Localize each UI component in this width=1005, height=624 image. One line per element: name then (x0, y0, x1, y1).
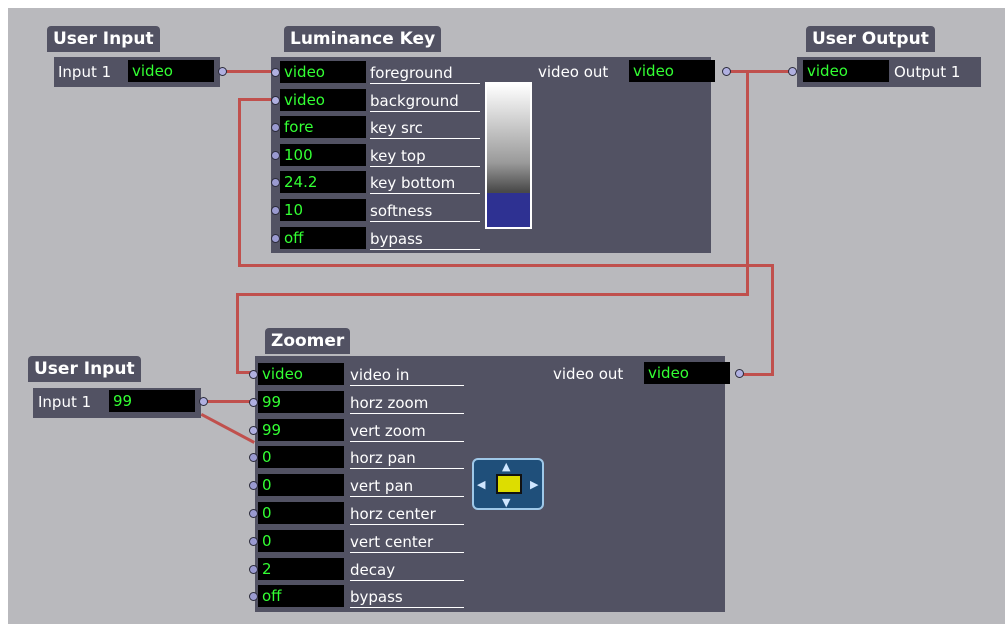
zoomer-param-label: horz center (350, 504, 464, 525)
user-input-1-title[interactable]: User Input (47, 26, 160, 52)
wire-lumakey-out-to-zoomer-in-h1[interactable] (236, 293, 749, 296)
lumakey-param-label: softness (370, 201, 480, 222)
wire-zoomer-out-to-background-h1[interactable] (739, 373, 774, 376)
zoomer-input-port[interactable] (249, 425, 258, 435)
wire-zoomer-out-to-background-v2[interactable] (238, 98, 241, 267)
lumakey-title[interactable]: Luminance Key (284, 26, 442, 52)
lumakey-param-label: key src (370, 118, 480, 140)
user-input-1-label: Input 1 (58, 63, 112, 81)
lumakey-param-value[interactable]: video (280, 88, 366, 111)
arrow-up-icon: ▲ (502, 460, 511, 473)
lumakey-input-port[interactable] (271, 95, 280, 105)
lumakey-param-label: key bottom (370, 173, 480, 195)
lumakey-param-value[interactable]: off (280, 226, 366, 249)
lumakey-param-value[interactable]: 100 (280, 143, 366, 166)
zoomer-param-label: vert zoom (350, 421, 464, 442)
wire-input1-to-foreground[interactable] (222, 70, 272, 73)
zoomer-param-label: vert center (350, 532, 464, 553)
zoomer-param-value[interactable]: off (258, 585, 344, 608)
wire-lumakey-out-to-output[interactable] (727, 70, 793, 73)
zoomer-param-value[interactable]: 2 (258, 557, 344, 580)
zoomer-param-label: horz pan (350, 448, 464, 470)
lumakey-param-label: key top (370, 146, 480, 167)
lumakey-param-value[interactable]: 24.2 (280, 171, 366, 194)
wire-zoomer-out-to-background-h3[interactable] (238, 98, 272, 101)
zoomer-param-value[interactable]: 0 (258, 529, 344, 552)
lumakey-param-label: background (370, 91, 480, 112)
lumakey-input-port[interactable] (271, 233, 280, 243)
zoomer-input-port[interactable] (249, 370, 258, 379)
user-output-value[interactable]: video (803, 60, 889, 82)
lumakey-param-value[interactable]: fore (280, 116, 366, 139)
zoomer-param-value[interactable]: 0 (258, 446, 344, 469)
zoom-frame-icon (496, 474, 522, 494)
zoomer-param-value[interactable]: 99 (258, 390, 344, 413)
lumakey-param-label: foreground (370, 63, 480, 84)
wire-lumakey-out-to-zoomer-in-v1[interactable] (746, 70, 749, 295)
user-input-1-value[interactable]: video (128, 60, 214, 82)
wire-lumakey-out-to-zoomer-in-v2[interactable] (236, 293, 239, 373)
zoomer-input-port[interactable] (249, 509, 258, 518)
zoomer-param-value[interactable]: 99 (258, 418, 344, 441)
zoomer-input-port[interactable] (249, 397, 258, 407)
user-input-2-label: Input 1 (38, 393, 92, 411)
lumakey-param-value[interactable]: video (280, 61, 366, 83)
zoomer-param-label: video in (350, 365, 464, 386)
key-level-fill (487, 192, 530, 227)
lumakey-output-label: video out (538, 63, 609, 81)
user-input-1-out-port[interactable] (218, 67, 227, 76)
zoomer-input-port[interactable] (249, 536, 258, 546)
lumakey-param-value[interactable]: 10 (280, 199, 366, 221)
user-input-2-out-port[interactable] (199, 397, 208, 406)
user-input-2-value[interactable]: 99 (109, 390, 195, 412)
zoomer-title[interactable]: Zoomer (265, 328, 351, 354)
lumakey-input-port[interactable] (271, 206, 280, 215)
zoomer-output-label: video out (553, 365, 624, 383)
user-output-title[interactable]: User Output (806, 26, 935, 52)
user-output-label: Output 1 (894, 63, 961, 81)
wire-input2-to-horz-zoom[interactable] (205, 400, 255, 403)
lumakey-input-port[interactable] (271, 150, 280, 160)
lumakey-output-value[interactable]: video (629, 60, 715, 82)
zoom-pan-control-icon[interactable]: ▲ ▼ ◀ ▶ (472, 458, 544, 510)
zoomer-param-label: vert pan (350, 476, 464, 498)
zoomer-output-value[interactable]: video (644, 362, 730, 384)
zoomer-input-port[interactable] (249, 564, 258, 574)
arrow-down-icon: ▼ (502, 496, 511, 509)
zoomer-param-value[interactable]: 0 (258, 502, 344, 524)
wire-zoomer-out-to-background-h2[interactable] (238, 264, 774, 267)
zoomer-param-label: decay (350, 560, 464, 581)
zoomer-param-value[interactable]: 0 (258, 474, 344, 497)
user-input-2-title[interactable]: User Input (28, 356, 141, 382)
zoomer-param-value[interactable]: video (258, 363, 344, 385)
user-output-in-port[interactable] (788, 67, 797, 76)
arrow-left-icon: ◀ (477, 478, 486, 491)
key-level-swatch[interactable] (485, 82, 532, 229)
arrow-right-icon: ▶ (530, 478, 539, 491)
lumakey-out-port[interactable] (722, 67, 731, 76)
zoomer-param-label: bypass (350, 587, 464, 609)
lumakey-input-port[interactable] (271, 68, 280, 77)
lumakey-param-label: bypass (370, 229, 480, 250)
zoomer-out-port[interactable] (735, 369, 744, 378)
zoomer-param-label: horz zoom (350, 393, 464, 414)
wire-zoomer-out-to-background-v1[interactable] (771, 265, 774, 376)
